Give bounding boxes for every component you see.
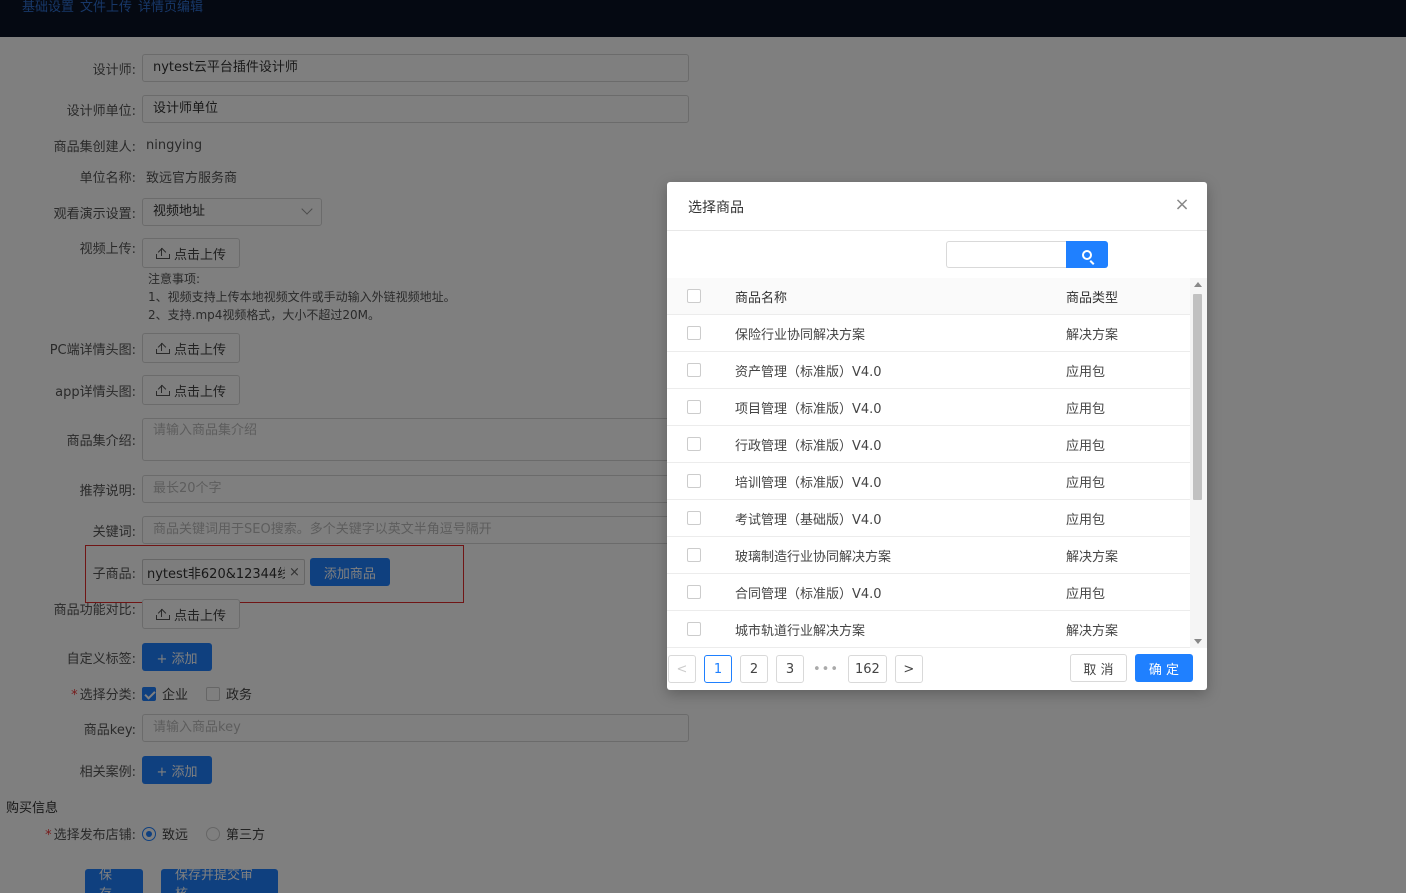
row-checkbox[interactable]: [687, 474, 701, 488]
goods-type-cell: 应用包: [1066, 364, 1106, 380]
table-scrollbar[interactable]: [1190, 278, 1207, 648]
goods-name-cell: 行政管理（标准版）V4.0: [735, 438, 882, 454]
select-goods-modal: 选择商品 × 商品名称 商品类型 保险行业协同解决方案 解决方案 资产管理（标准版）…: [667, 182, 1207, 690]
goods-type-cell: 应用包: [1066, 512, 1106, 528]
column-header-type: 商品类型: [1066, 290, 1119, 306]
row-checkbox[interactable]: [687, 548, 701, 562]
close-icon[interactable]: ×: [1173, 196, 1191, 214]
row-checkbox[interactable]: [687, 437, 701, 451]
row-checkbox[interactable]: [687, 511, 701, 525]
table-row[interactable]: 玻璃制造行业协同解决方案 解决方案: [667, 537, 1190, 574]
next-page-button[interactable]: >: [894, 655, 923, 683]
goods-name-cell: 城市轨道行业解决方案: [735, 623, 866, 639]
table-header-row: 商品名称 商品类型: [667, 278, 1190, 315]
confirm-button[interactable]: 确 定: [1135, 654, 1193, 682]
goods-name-cell: 合同管理（标准版）V4.0: [735, 586, 882, 602]
goods-type-cell: 解决方案: [1066, 623, 1119, 639]
modal-search-input[interactable]: [946, 241, 1066, 268]
table-row[interactable]: 培训管理（标准版）V4.0 应用包: [667, 463, 1190, 500]
table-row[interactable]: 合同管理（标准版）V4.0 应用包: [667, 574, 1190, 611]
goods-type-cell: 应用包: [1066, 401, 1106, 417]
scroll-down-arrow-icon[interactable]: [1194, 639, 1202, 644]
goods-type-cell: 解决方案: [1066, 327, 1119, 343]
row-checkbox[interactable]: [687, 326, 701, 340]
pagination: < 1 2 3 ••• 162 >: [668, 655, 923, 683]
goods-name-cell: 培训管理（标准版）V4.0: [735, 475, 882, 491]
page-1-button[interactable]: 1: [704, 655, 732, 683]
select-all-checkbox[interactable]: [687, 289, 701, 303]
search-icon: [1082, 249, 1092, 260]
table-row[interactable]: 资产管理（标准版）V4.0 应用包: [667, 352, 1190, 389]
table-row[interactable]: 考试管理（基础版）V4.0 应用包: [667, 500, 1190, 537]
table-row[interactable]: 城市轨道行业解决方案 解决方案: [667, 611, 1190, 648]
goods-name-cell: 资产管理（标准版）V4.0: [735, 364, 882, 380]
scroll-up-arrow-icon[interactable]: [1194, 282, 1202, 287]
table-row[interactable]: 保险行业协同解决方案 解决方案: [667, 315, 1190, 352]
page-2-button[interactable]: 2: [740, 655, 768, 683]
row-checkbox[interactable]: [687, 363, 701, 377]
goods-table: 商品名称 商品类型 保险行业协同解决方案 解决方案 资产管理（标准版）V4.0 应用包…: [667, 278, 1190, 648]
goods-type-cell: 应用包: [1066, 475, 1106, 491]
modal-title: 选择商品: [688, 200, 744, 216]
modal-header: 选择商品 ×: [667, 182, 1207, 231]
goods-name-cell: 项目管理（标准版）V4.0: [735, 401, 882, 417]
prev-page-button[interactable]: <: [668, 655, 696, 683]
modal-search-button[interactable]: [1066, 241, 1108, 268]
row-checkbox[interactable]: [687, 400, 701, 414]
last-page-button[interactable]: 162: [848, 655, 887, 683]
goods-name-cell: 玻璃制造行业协同解决方案: [735, 549, 892, 565]
goods-name-cell: 保险行业协同解决方案: [735, 327, 866, 343]
goods-type-cell: 解决方案: [1066, 549, 1119, 565]
table-row[interactable]: 项目管理（标准版）V4.0 应用包: [667, 389, 1190, 426]
goods-type-cell: 应用包: [1066, 586, 1106, 602]
column-header-name: 商品名称: [735, 290, 788, 306]
scrollbar-thumb[interactable]: [1193, 294, 1202, 500]
pagination-ellipsis[interactable]: •••: [812, 662, 840, 677]
goods-name-cell: 考试管理（基础版）V4.0: [735, 512, 882, 528]
page-3-button[interactable]: 3: [776, 655, 804, 683]
cancel-button[interactable]: 取 消: [1070, 654, 1127, 682]
goods-type-cell: 应用包: [1066, 438, 1106, 454]
row-checkbox[interactable]: [687, 622, 701, 636]
row-checkbox[interactable]: [687, 585, 701, 599]
table-row[interactable]: 行政管理（标准版）V4.0 应用包: [667, 426, 1190, 463]
